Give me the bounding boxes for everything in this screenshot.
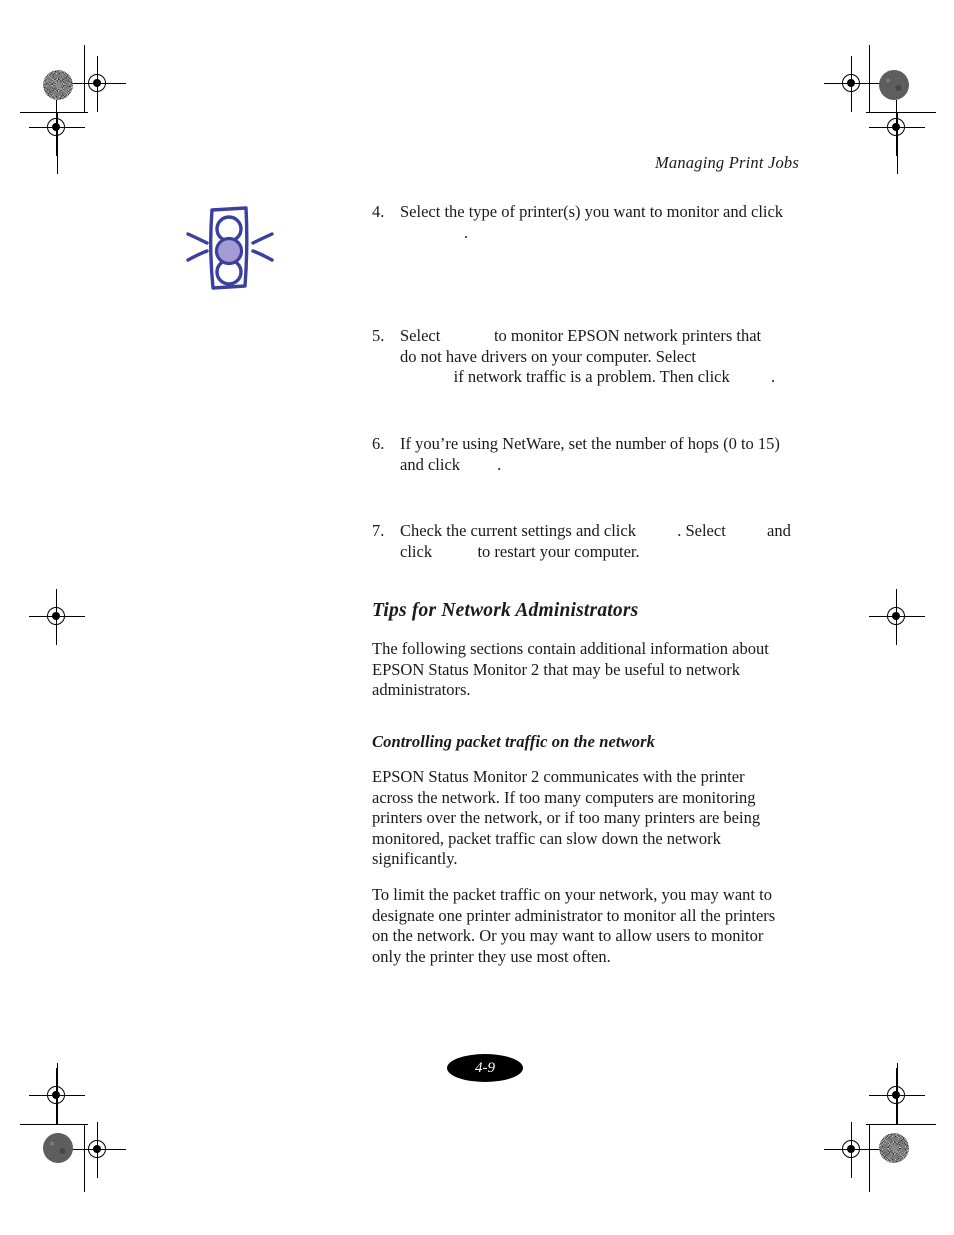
registration-mark-top-left-outer [29,100,85,156]
running-head: Managing Print Jobs [654,153,799,172]
registration-mark-top-right-outer [869,100,925,156]
subsection-title-packet-traffic: Controlling packet traffic on the networ… [372,732,655,751]
step-line: Select the type of printer(s) you want t… [400,202,784,221]
step-line: and click . [400,454,502,474]
section-title-tips: Tips for Network Administrators [372,600,639,621]
step-line: do not have drivers on your computer. Se… [400,346,697,366]
traffic-light-tip-icon [178,196,282,300]
step-number: 6. [372,434,385,453]
subsection-paragraph-2: To limit the packet traffic on your netw… [372,885,776,966]
step-number: 7. [372,521,385,540]
registration-mark-bottom-left-outer [29,1068,85,1124]
step-line: Check the current settings and click . S… [400,521,791,540]
registration-mark-bottom-right-inner [824,1122,880,1178]
registration-mark-bottom-left-inner [70,1122,126,1178]
halftone-patch-top-right [879,70,909,100]
manual-page: Managing Print Jobs 4. Select the type o… [0,0,954,1235]
registration-mark-mid-left [29,589,85,645]
step-line: . [464,222,469,242]
subsection-paragraph-1: EPSON Status Monitor 2 communicates with… [372,767,761,868]
step-item: 5. Select to monitor EPSON network print… [372,326,775,388]
halftone-patch-bottom-right [879,1133,909,1163]
section-body-tips: The following sections contain additiona… [372,639,769,699]
step-line: if network traffic is a problem. Then cl… [400,367,776,386]
step-number: 5. [372,326,385,345]
step-line: click to restart your computer. [400,541,640,561]
step-item: 4. Select the type of printer(s) you wan… [372,202,783,243]
registration-mark-bottom-right-outer [869,1068,925,1124]
step-line: If you’re using NetWare, set the number … [400,434,780,453]
halftone-patch-bottom-left [43,1133,73,1163]
halftone-patch-top-left [43,70,73,100]
step-line: Select to monitor EPSON network printers… [400,326,762,345]
step-item: 6. If you’re using NetWare, set the numb… [372,434,780,475]
registration-mark-mid-right [869,589,925,645]
step-number: 4. [372,202,385,221]
step-item: 7. Check the current settings and click … [372,521,791,562]
page-number-badge: 4-9 [447,1054,523,1082]
